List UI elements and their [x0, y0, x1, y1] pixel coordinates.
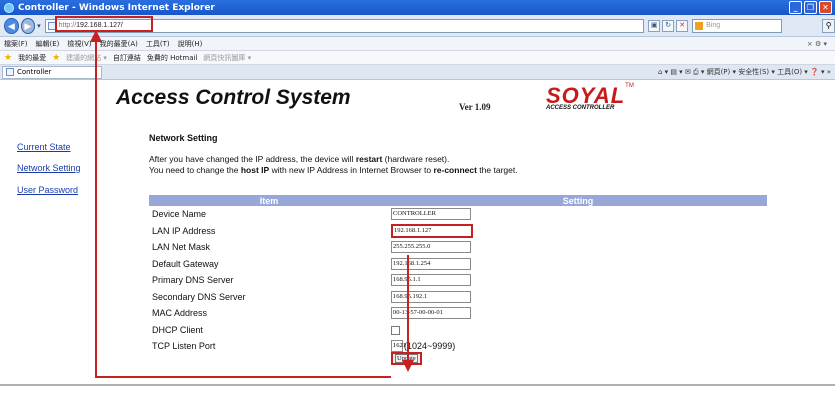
row-label-dhcp: DHCP Client: [152, 324, 203, 335]
search-input[interactable]: Bing: [692, 18, 783, 33]
search-go-icon[interactable]: ⚲: [822, 18, 835, 33]
reconnect-note: You need to change the host IP with new …: [149, 165, 518, 175]
back-button[interactable]: ◀: [4, 17, 19, 34]
fav-item-custom-links[interactable]: 自訂連結: [113, 53, 141, 63]
port-range-hint: (1024~9999): [404, 341, 456, 352]
menu-favorites[interactable]: 我的最愛(A): [100, 39, 138, 49]
refresh-icon[interactable]: ↻: [662, 19, 675, 32]
row-label-net-mask: LAN Net Mask: [152, 242, 211, 253]
update-button[interactable]: Update: [391, 352, 422, 365]
soyal-logo: SOYALTM ACCESS CONTROLLER: [546, 83, 634, 111]
menu-bar: 檔案(F) 編輯(E) 檢視(V) 我的最愛(A) 工具(T) 說明(H) × …: [0, 37, 835, 51]
menu-tools[interactable]: 工具(T): [146, 39, 170, 49]
brand-tm: TM: [625, 83, 634, 89]
maximize-button[interactable]: ❐: [804, 1, 817, 14]
table-row: TCP Listen Port 1621(1024~9999): [149, 338, 767, 355]
ie-logo-icon: [4, 2, 14, 13]
row-label-gateway: Default Gateway: [152, 258, 219, 269]
minimize-button[interactable]: _: [789, 1, 802, 14]
settings-table: Item Setting Device Name CONTROLLER LAN …: [149, 195, 767, 355]
browser-window: Controller - Windows Internet Explorer _…: [0, 0, 835, 407]
table-row: Device Name CONTROLLER: [149, 206, 767, 223]
table-row: LAN Net Mask 255.255.255.0: [149, 239, 767, 256]
tab-bar: Controller ⌂ ▾ ▤ ▾ ✉ ⎙ ▾ 網頁(P) ▾ 安全性(S) …: [0, 65, 835, 80]
tab-controller[interactable]: Controller: [2, 65, 102, 79]
table-row: MAC Address 00-13-57-00-00-01: [149, 305, 767, 322]
sidebar-link-network-setting[interactable]: Network Setting: [17, 163, 81, 173]
row-label-secondary-dns: Secondary DNS Server: [152, 291, 246, 302]
page-icon: [47, 21, 56, 30]
command-bar[interactable]: ⌂ ▾ ▤ ▾ ✉ ⎙ ▾ 網頁(P) ▾ 安全性(S) ▾ 工具(O) ▾ ❓…: [658, 67, 831, 77]
row-label-lan-ip: LAN IP Address: [152, 225, 216, 236]
update-button-label: Update: [395, 354, 418, 363]
window-controls: _ ❐ ✕: [789, 1, 832, 14]
menu-view[interactable]: 檢視(V): [67, 39, 91, 49]
table-row: DHCP Client: [149, 322, 767, 339]
url-input[interactable]: http:// 192.168.1.127/: [44, 18, 645, 33]
app-title: Access Control System: [116, 86, 351, 109]
tab-page-icon: [6, 68, 14, 76]
fav-item-suggested[interactable]: 建議的網站 ▾: [66, 53, 107, 63]
column-header-item: Item: [149, 195, 389, 206]
row-label-mac: MAC Address: [152, 308, 208, 319]
sidebar-link-current-state[interactable]: Current State: [17, 142, 71, 152]
dhcp-checkbox[interactable]: [391, 325, 400, 335]
secondary-dns-input[interactable]: 168.95.192.1: [391, 290, 471, 303]
stop-icon[interactable]: ✕: [676, 19, 689, 32]
lan-ip-input[interactable]: 192.168.1.127: [391, 223, 473, 238]
page-content: Access Control System Ver 1.09 SOYALTM A…: [0, 80, 835, 392]
tab-title: Controller: [17, 68, 52, 76]
history-dropdown-icon[interactable]: ▾: [37, 22, 41, 30]
window-title: Controller - Windows Internet Explorer: [18, 2, 215, 13]
row-label-device-name: Device Name: [152, 209, 207, 220]
favorites-star-icon[interactable]: ★: [4, 53, 12, 63]
url-prefix: http://: [58, 22, 77, 29]
net-mask-input[interactable]: 255.255.255.0: [391, 241, 471, 254]
menubar-right-icons[interactable]: × ⚙ ▾: [807, 40, 827, 48]
table-row: Default Gateway 192.168.1.254: [149, 256, 767, 273]
title-bar: Controller - Windows Internet Explorer _…: [0, 0, 835, 15]
table-row: LAN IP Address 192.168.1.127: [149, 223, 767, 240]
mac-address-input[interactable]: 00-13-57-00-00-01: [391, 307, 471, 320]
page-divider: [0, 384, 835, 386]
version-label: Ver 1.09: [459, 102, 491, 112]
row-label-primary-dns: Primary DNS Server: [152, 275, 234, 286]
tcp-port-input[interactable]: 1621: [391, 340, 406, 353]
sidebar-link-user-password[interactable]: User Password: [17, 185, 78, 195]
device-name-input[interactable]: CONTROLLER: [391, 208, 471, 221]
menu-file[interactable]: 檔案(F): [4, 39, 28, 49]
primary-dns-input[interactable]: 168.95.1.1: [391, 274, 471, 287]
column-header-setting: Setting: [389, 195, 767, 206]
url-host: 192.168.1.127/: [76, 22, 123, 29]
favorites-label[interactable]: 我的最愛: [18, 53, 46, 63]
restart-note: After you have changed the IP address, t…: [149, 154, 450, 164]
fav-item-hotmail[interactable]: 免費的 Hotmail: [147, 53, 198, 63]
bing-icon: [695, 21, 704, 30]
menu-edit[interactable]: 編輯(E): [36, 39, 60, 49]
search-placeholder: Bing: [706, 22, 721, 29]
table-row: Primary DNS Server 168.95.1.1: [149, 272, 767, 289]
section-title: Network Setting: [149, 133, 218, 143]
menu-help[interactable]: 說明(H): [178, 39, 203, 49]
close-button[interactable]: ✕: [819, 1, 832, 14]
compatibility-view-icon[interactable]: ▣: [648, 19, 661, 32]
table-row: Secondary DNS Server 168.95.192.1: [149, 289, 767, 306]
fav-item-web-slice[interactable]: 網頁快訊圖庫 ▾: [203, 53, 251, 63]
row-label-tcp-port: TCP Listen Port: [152, 341, 216, 352]
favorites-bar: ★ 我的最愛 ★ 建議的網站 ▾ 自訂連結 免費的 Hotmail 網頁快訊圖庫…: [0, 51, 835, 65]
gateway-input[interactable]: 192.168.1.254: [391, 257, 471, 270]
address-icons: ▣ ↻ ✕: [648, 19, 689, 32]
address-bar: ◀ ▶ ▾ http:// 192.168.1.127/ ▣ ↻ ✕ Bing …: [0, 15, 835, 37]
add-favorite-icon[interactable]: ★: [52, 53, 60, 63]
forward-button[interactable]: ▶: [20, 17, 36, 34]
